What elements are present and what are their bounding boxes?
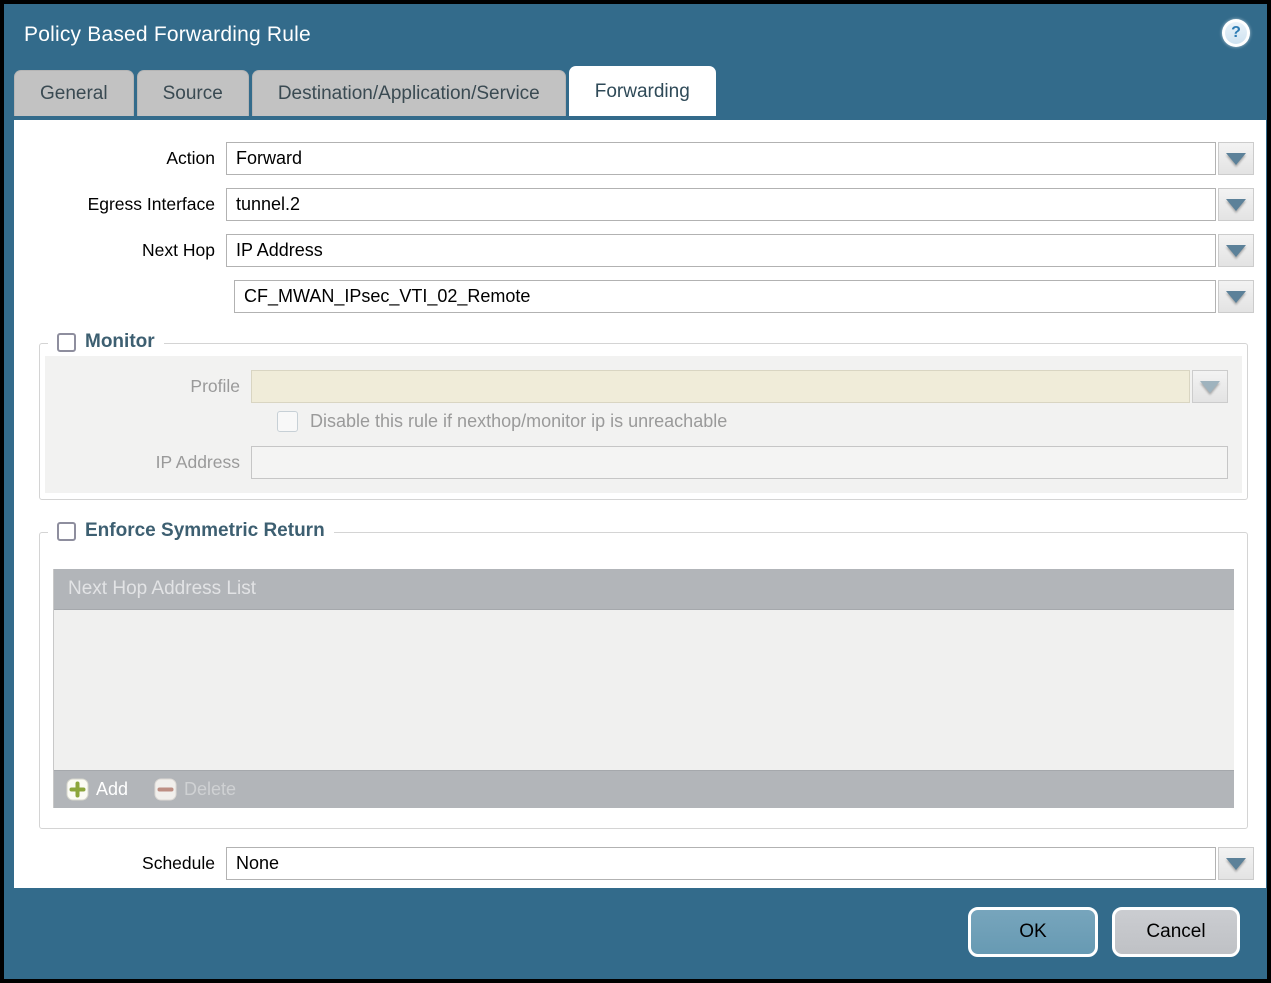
- tab-general[interactable]: General: [14, 70, 134, 116]
- chevron-down-icon: [1226, 858, 1246, 870]
- tab-source-label: Source: [163, 83, 223, 105]
- tab-bar: General Source Destination/Application/S…: [4, 66, 1267, 116]
- profile-label: Profile: [45, 370, 251, 403]
- schedule-row: Schedule None: [14, 847, 1266, 880]
- disable-rule-label: Disable this rule if nexthop/monitor ip …: [310, 411, 727, 432]
- plus-icon: [66, 778, 89, 801]
- schedule-label: Schedule: [14, 847, 226, 880]
- next-hop-select[interactable]: IP Address: [226, 234, 1216, 267]
- ok-button[interactable]: OK: [968, 907, 1098, 957]
- egress-interface-select[interactable]: tunnel.2: [226, 188, 1216, 221]
- action-select[interactable]: Forward: [226, 142, 1216, 175]
- egress-interface-dropdown-button[interactable]: [1218, 188, 1254, 221]
- add-button-label: Add: [96, 779, 128, 800]
- add-button[interactable]: Add: [66, 778, 128, 801]
- egress-interface-row: Egress Interface tunnel.2: [14, 188, 1266, 221]
- dialog-footer: OK Cancel: [4, 884, 1267, 979]
- disable-rule-row: Disable this rule if nexthop/monitor ip …: [277, 411, 1236, 432]
- monitor-group-title: Monitor: [85, 331, 155, 353]
- profile-dropdown-button: [1192, 370, 1228, 403]
- action-row: Action Forward: [14, 142, 1266, 175]
- schedule-dropdown-button[interactable]: [1218, 847, 1254, 880]
- action-dropdown-button[interactable]: [1218, 142, 1254, 175]
- tab-source[interactable]: Source: [137, 70, 249, 116]
- screenshot-frame: Policy Based Forwarding Rule ? General S…: [0, 0, 1271, 983]
- next-hop-address-table: Next Hop Address List Add: [53, 569, 1234, 808]
- monitor-group-body: Profile Disable this rule if nexthop/mon…: [45, 356, 1242, 493]
- next-hop-row: Next Hop IP Address: [14, 234, 1266, 267]
- monitor-ip-address-input: [251, 446, 1228, 479]
- tab-forwarding-label: Forwarding: [595, 81, 690, 103]
- cancel-button-label: Cancel: [1146, 921, 1205, 943]
- next-hop-address-dropdown-button[interactable]: [1218, 280, 1254, 313]
- enforce-symmetric-return-group: Enforce Symmetric Return Next Hop Addres…: [39, 532, 1248, 829]
- delete-button: Delete: [154, 778, 236, 801]
- monitor-ip-address-row: IP Address: [45, 446, 1236, 479]
- tab-destination-application-service[interactable]: Destination/Application/Service: [252, 70, 566, 116]
- profile-select: [251, 370, 1190, 403]
- action-label: Action: [14, 142, 226, 175]
- tab-general-label: General: [40, 83, 108, 105]
- minus-icon: [154, 778, 177, 801]
- dialog-title: Policy Based Forwarding Rule: [24, 23, 311, 47]
- help-button[interactable]: ?: [1222, 19, 1250, 47]
- next-hop-address-row: CF_MWAN_IPsec_VTI_02_Remote: [14, 280, 1266, 313]
- chevron-down-icon: [1200, 381, 1220, 393]
- next-hop-address-list-column-header: Next Hop Address List: [68, 578, 256, 600]
- egress-interface-label: Egress Interface: [14, 188, 226, 221]
- monitor-group: Monitor Profile Disable: [39, 343, 1248, 500]
- profile-row: Profile: [45, 370, 1236, 403]
- dialog-titlebar: Policy Based Forwarding Rule: [4, 4, 1267, 66]
- next-hop-address-table-body[interactable]: [54, 610, 1234, 770]
- next-hop-address-input[interactable]: CF_MWAN_IPsec_VTI_02_Remote: [234, 280, 1216, 313]
- tab-destination-application-service-label: Destination/Application/Service: [278, 83, 540, 105]
- enforce-symmetric-return-title: Enforce Symmetric Return: [85, 520, 325, 542]
- cancel-button[interactable]: Cancel: [1112, 907, 1240, 957]
- ok-button-label: OK: [1019, 921, 1046, 943]
- next-hop-address-table-header: Next Hop Address List: [54, 569, 1234, 610]
- next-hop-address-table-footer: Add Delete: [54, 770, 1234, 808]
- chevron-down-icon: [1226, 245, 1246, 257]
- chevron-down-icon: [1226, 153, 1246, 165]
- monitor-checkbox[interactable]: [57, 333, 76, 352]
- tab-forwarding[interactable]: Forwarding: [569, 66, 716, 116]
- monitor-ip-address-label: IP Address: [45, 446, 251, 479]
- pbf-rule-dialog: Policy Based Forwarding Rule ? General S…: [4, 4, 1267, 979]
- help-icon: ?: [1225, 22, 1247, 44]
- schedule-select[interactable]: None: [226, 847, 1216, 880]
- delete-button-label: Delete: [184, 779, 236, 800]
- enforce-symmetric-return-checkbox[interactable]: [57, 522, 76, 541]
- chevron-down-icon: [1226, 199, 1246, 211]
- forwarding-tab-panel: Action Forward Egress Interface tunnel.2: [14, 120, 1266, 888]
- next-hop-label: Next Hop: [14, 234, 226, 267]
- chevron-down-icon: [1226, 291, 1246, 303]
- next-hop-dropdown-button[interactable]: [1218, 234, 1254, 267]
- disable-rule-checkbox: [277, 411, 298, 432]
